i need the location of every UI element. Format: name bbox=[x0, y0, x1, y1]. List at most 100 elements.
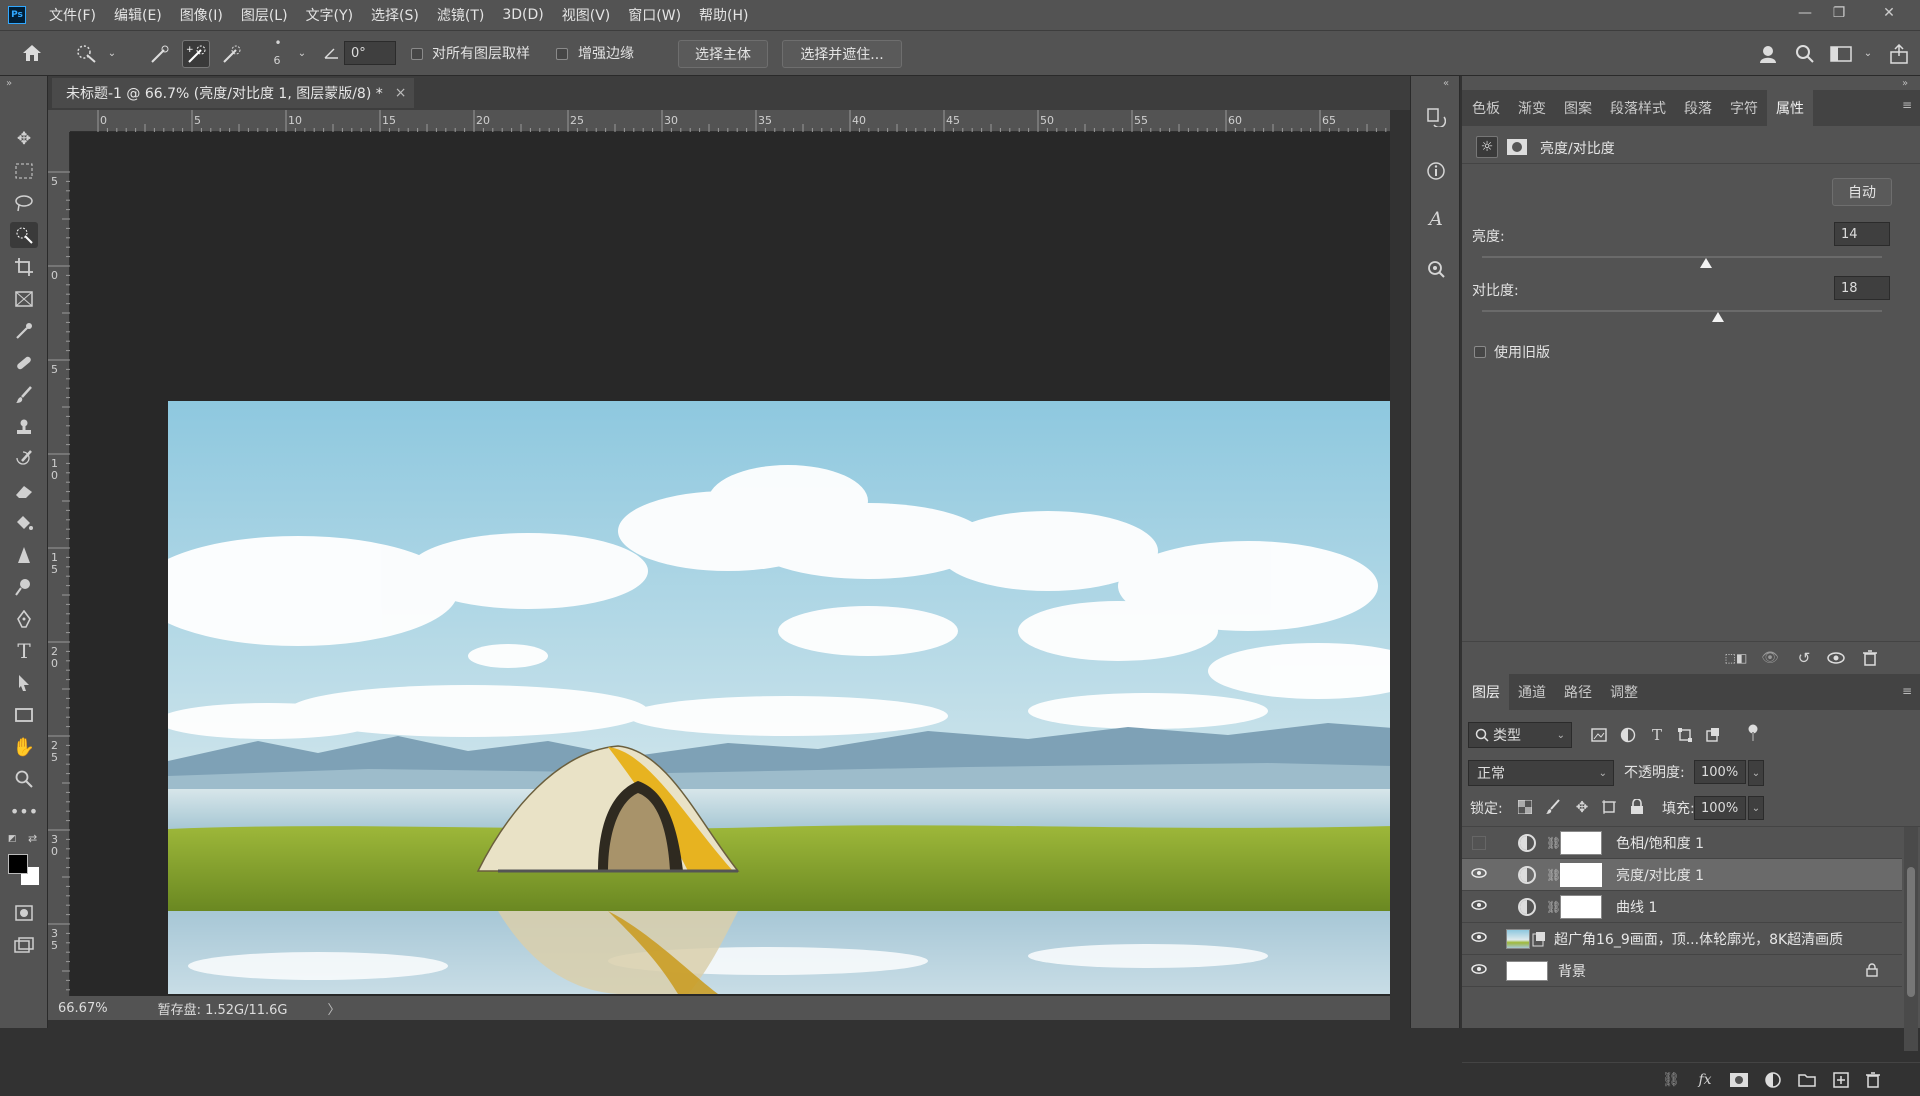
visibility-toggle-off[interactable] bbox=[1472, 836, 1486, 850]
clip-to-layer-icon[interactable]: ⬚◧ bbox=[1724, 648, 1748, 668]
filter-type-icon[interactable]: T bbox=[1648, 726, 1666, 744]
layer-filter-select[interactable]: 类型 ⌄ bbox=[1468, 722, 1572, 748]
lock-position-icon[interactable]: ✥ bbox=[1572, 797, 1592, 817]
collapse-toolbar-icon[interactable]: » bbox=[6, 78, 12, 89]
marquee-tool-icon[interactable] bbox=[10, 158, 38, 184]
opacity-input[interactable]: 100% bbox=[1694, 760, 1746, 784]
select-subject-button[interactable]: 选择主体 bbox=[678, 40, 768, 68]
menu-window[interactable]: 窗口(W) bbox=[619, 5, 690, 25]
menu-layer[interactable]: 图层(L) bbox=[232, 5, 297, 25]
filter-adjustment-icon[interactable] bbox=[1619, 726, 1637, 744]
layers-panel-menu-icon[interactable]: ≡ bbox=[1902, 684, 1912, 698]
filter-pixel-icon[interactable] bbox=[1590, 726, 1608, 744]
menu-view[interactable]: 视图(V) bbox=[553, 5, 620, 25]
eye-icon[interactable] bbox=[1470, 963, 1488, 978]
zoom-level[interactable]: 66.67% bbox=[58, 1001, 108, 1016]
tab-patterns[interactable]: 图案 bbox=[1555, 90, 1601, 126]
tab-swatches[interactable]: 色板 bbox=[1462, 90, 1509, 126]
document-image[interactable] bbox=[168, 401, 1432, 994]
brightness-contrast-icon[interactable]: ☼ bbox=[1476, 136, 1498, 158]
tab-paragraph[interactable]: 段落 bbox=[1675, 90, 1721, 126]
tab-paths[interactable]: 路径 bbox=[1555, 674, 1601, 710]
filter-shape-icon[interactable] bbox=[1676, 726, 1694, 744]
add-layer-style-icon[interactable]: fx bbox=[1694, 1069, 1716, 1091]
layers-scrollbar[interactable] bbox=[1904, 827, 1918, 1051]
share-export-icon[interactable] bbox=[1886, 41, 1912, 67]
reset-icon[interactable]: ↺ bbox=[1792, 648, 1816, 668]
layer-mask-icon[interactable] bbox=[1506, 137, 1528, 157]
restore-button[interactable]: ❐ bbox=[1816, 0, 1862, 26]
eye-icon[interactable] bbox=[1470, 931, 1488, 946]
rectangle-tool-icon[interactable] bbox=[10, 702, 38, 728]
type-tool-icon[interactable]: T bbox=[10, 638, 38, 664]
add-mask-icon[interactable] bbox=[1728, 1071, 1750, 1089]
menu-3d[interactable]: 3D(D) bbox=[493, 7, 552, 23]
layer-mask-thumbnail[interactable] bbox=[1560, 862, 1602, 887]
path-selection-tool-icon[interactable] bbox=[10, 670, 38, 696]
workspace-chevron-icon[interactable]: ⌄ bbox=[1862, 45, 1874, 61]
layer-row-selected[interactable]: ⛓ 亮度/对比度 1 bbox=[1462, 859, 1902, 891]
opacity-chevron-icon[interactable]: ⌄ bbox=[1748, 760, 1764, 786]
link-icon[interactable]: ⛓ bbox=[1546, 868, 1561, 882]
history-panel-icon[interactable] bbox=[1423, 104, 1449, 130]
document-tab[interactable]: 未标题-1 @ 66.7% (亮度/对比度 1, 图层蒙版/8) * × bbox=[52, 78, 414, 108]
info-panel-icon[interactable] bbox=[1423, 158, 1449, 184]
lock-all-icon[interactable] bbox=[1628, 797, 1646, 817]
paint-bucket-tool-icon[interactable] bbox=[10, 510, 38, 536]
healing-brush-tool-icon[interactable] bbox=[10, 350, 38, 376]
brightness-slider-track[interactable] bbox=[1482, 256, 1882, 258]
menu-filter[interactable]: 滤镜(T) bbox=[428, 5, 493, 25]
blend-mode-select[interactable]: 正常 ⌄ bbox=[1468, 760, 1614, 786]
libraries-panel-icon[interactable] bbox=[1423, 256, 1449, 282]
select-and-mask-button[interactable]: 选择并遮住... bbox=[782, 40, 902, 68]
brightness-input[interactable]: 14 bbox=[1834, 222, 1890, 246]
enhance-edge-checkbox[interactable] bbox=[556, 48, 568, 60]
sample-all-layers-checkbox[interactable] bbox=[411, 48, 423, 60]
new-group-icon[interactable] bbox=[1796, 1071, 1818, 1089]
lock-pixels-icon[interactable] bbox=[1544, 798, 1562, 816]
layer-name[interactable]: 背景 bbox=[1558, 961, 1586, 981]
layer-row[interactable]: 超广角16_9画面，顶...体轮廓光，8K超清画质 bbox=[1462, 923, 1902, 955]
share-user-icon[interactable] bbox=[1756, 41, 1782, 67]
link-icon[interactable]: ⛓ bbox=[1546, 836, 1561, 850]
dodge-tool-icon[interactable] bbox=[10, 574, 38, 600]
search-icon[interactable] bbox=[1792, 41, 1818, 67]
canvas-area[interactable] bbox=[70, 132, 1432, 996]
status-menu-arrow-icon[interactable]: 〉 bbox=[328, 999, 341, 1018]
eye-icon[interactable] bbox=[1470, 899, 1488, 914]
visibility-icon[interactable] bbox=[1824, 648, 1848, 668]
new-layer-icon[interactable] bbox=[1830, 1070, 1852, 1090]
layer-thumbnail[interactable] bbox=[1506, 929, 1530, 949]
fill-chevron-icon[interactable]: ⌄ bbox=[1748, 796, 1764, 820]
quick-select-preset-icon[interactable] bbox=[74, 41, 98, 65]
use-legacy-checkbox[interactable] bbox=[1474, 346, 1486, 358]
layer-thumbnail[interactable] bbox=[1506, 961, 1548, 981]
tab-character[interactable]: 字符 bbox=[1721, 90, 1767, 126]
menu-image[interactable]: 图像(I) bbox=[171, 5, 232, 25]
history-brush-tool-icon[interactable] bbox=[10, 446, 38, 472]
layer-row[interactable]: ⛓ 色相/饱和度 1 bbox=[1462, 827, 1902, 859]
angle-input[interactable]: 0° bbox=[344, 41, 396, 65]
expand-panels-icon[interactable]: « bbox=[1443, 78, 1449, 89]
layer-name[interactable]: 亮度/对比度 1 bbox=[1616, 865, 1704, 885]
tab-layers[interactable]: 图层 bbox=[1462, 674, 1509, 710]
move-tool-icon[interactable]: ✥ bbox=[10, 126, 38, 152]
close-button[interactable]: ✕ bbox=[1866, 0, 1912, 26]
quick-selection-tool-icon[interactable] bbox=[10, 222, 38, 248]
menu-select[interactable]: 选择(S) bbox=[362, 5, 428, 25]
eyedropper-tool-icon[interactable] bbox=[10, 318, 38, 344]
contrast-slider-thumb[interactable] bbox=[1712, 312, 1724, 322]
chevron-down-icon[interactable]: ⌄ bbox=[106, 45, 118, 61]
link-layers-icon[interactable]: ⛓ bbox=[1660, 1071, 1682, 1089]
default-colors-icon[interactable]: ◩ bbox=[8, 834, 17, 844]
close-tab-icon[interactable]: × bbox=[395, 85, 407, 101]
lock-transparent-icon[interactable] bbox=[1516, 798, 1534, 816]
panel-menu-icon[interactable]: ≡ bbox=[1902, 98, 1912, 112]
tab-gradients[interactable]: 渐变 bbox=[1509, 90, 1555, 126]
brightness-slider-thumb[interactable] bbox=[1700, 258, 1712, 268]
link-icon[interactable]: ⛓ bbox=[1546, 900, 1561, 914]
layer-row[interactable]: 背景 bbox=[1462, 955, 1902, 987]
tab-adjustments[interactable]: 调整 bbox=[1601, 674, 1647, 710]
filter-toggle[interactable] bbox=[1748, 724, 1758, 742]
contrast-slider-track[interactable] bbox=[1482, 310, 1882, 312]
